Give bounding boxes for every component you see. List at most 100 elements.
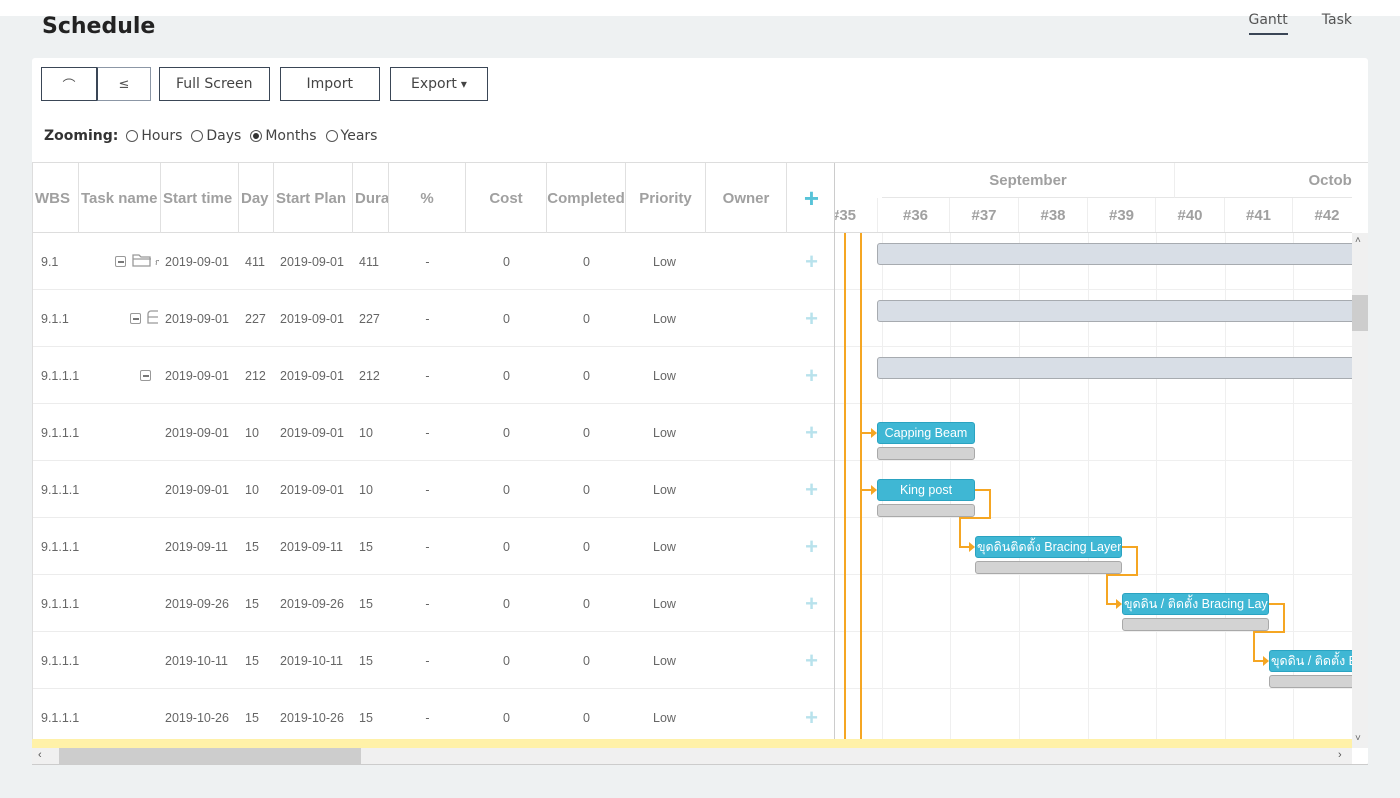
table-row[interactable]: 9.1.1.1 2019-09-01 10 2019-09-01 10 - 0 0 Low +	[33, 461, 834, 518]
percent-cell: -	[425, 425, 430, 440]
task-name-cell[interactable]	[79, 347, 161, 404]
export-button[interactable]: Export ▾	[390, 67, 488, 101]
radio-icon[interactable]	[325, 130, 338, 142]
percent-cell: -	[425, 710, 430, 725]
task-grid: WBS Task name Start time Day Start Plan Dura%…	[32, 163, 835, 748]
add-subtask-button[interactable]: +	[787, 518, 834, 575]
column-header[interactable]: Completed	[547, 163, 626, 233]
toolbar: ⌒ ≤ Full Screen Import Export ▾	[41, 67, 498, 101]
collapse-toggle-icon[interactable]	[130, 313, 141, 324]
owner-cell	[706, 518, 787, 575]
start-time-cell: 2019-09-01	[165, 368, 229, 383]
table-row[interactable]: 9.1.1.1 2019-10-26 15 2019-10-26 15 - 0 0 Low +	[33, 689, 834, 746]
column-header[interactable]: Start time	[161, 163, 239, 233]
add-subtask-button[interactable]: +	[787, 347, 834, 404]
wbs-cell: 9.1.1.1	[41, 539, 79, 554]
plus-icon: +	[805, 476, 818, 502]
collapse-toggle-icon[interactable]	[115, 256, 126, 267]
table-row[interactable]: 9.1.1.1 2019-09-11 15 2019-09-11 15 - 0 0 Low +	[33, 518, 834, 575]
table-row[interactable]: 9.1.1.1 2019-09-01 212 2019-09-01 212 - 0 0 Low +	[33, 347, 834, 404]
horizontal-scroll-thumb[interactable]	[59, 748, 361, 764]
duration-cell: 212	[359, 368, 380, 383]
plus-icon: +	[805, 362, 818, 388]
import-button[interactable]: Import	[279, 67, 380, 101]
column-header[interactable]: Dura	[353, 163, 389, 233]
dependency-link[interactable]	[1106, 546, 1138, 605]
radio-selected-icon[interactable]	[250, 130, 263, 142]
column-header[interactable]: WBS	[33, 163, 79, 233]
zoom-option-months[interactable]: Months	[250, 128, 317, 144]
tab-task[interactable]: Task	[1322, 12, 1352, 35]
link-arrow-icon	[1116, 599, 1122, 609]
radio-icon[interactable]	[191, 130, 204, 142]
scroll-right-icon[interactable]: ›	[1338, 749, 1342, 761]
table-row[interactable]: 9.1 ก 2019-09-01 411 2019-09-01 411 - 0 0 Low +	[33, 233, 834, 290]
task-name-cell[interactable]	[79, 518, 161, 575]
start-time-cell: 2019-09-01	[165, 311, 229, 326]
collapse-toggle-icon[interactable]	[140, 370, 151, 381]
table-row[interactable]: 9.1.1.1 2019-09-26 15 2019-09-26 15 - 0 0 Low +	[33, 575, 834, 632]
folder-open-icon	[132, 253, 152, 270]
full-screen-button[interactable]: Full Screen	[159, 67, 270, 101]
plus-icon: +	[805, 305, 818, 331]
vertical-scrollbar[interactable]: ˄ ˅	[1352, 233, 1368, 748]
zoom-option-days[interactable]: Days	[191, 128, 241, 144]
scroll-up-icon[interactable]: ˄	[1355, 235, 1361, 246]
link-arrow-icon	[871, 485, 877, 495]
task-name-cell[interactable]	[79, 632, 161, 689]
column-header[interactable]: Priority	[626, 163, 706, 233]
column-header[interactable]: Start Plan	[274, 163, 353, 233]
task-name-cell[interactable]	[79, 575, 161, 632]
add-subtask-button[interactable]: +	[787, 404, 834, 461]
zoom-option-years[interactable]: Years	[325, 128, 377, 144]
radio-icon[interactable]	[126, 130, 139, 142]
task-name-cell[interactable]	[79, 461, 161, 518]
add-subtask-button[interactable]: +	[787, 233, 834, 290]
table-row[interactable]: 9.1.1.1 2019-10-11 15 2019-10-11 15 - 0 0 Low +	[33, 632, 834, 689]
vertical-scroll-thumb[interactable]	[1352, 295, 1368, 331]
add-subtask-button[interactable]: +	[787, 290, 834, 347]
column-header[interactable]: %	[389, 163, 466, 233]
zoom-option-label: Days	[206, 128, 242, 144]
scroll-left-icon[interactable]: ‹	[38, 749, 42, 761]
task-name-cell[interactable]	[79, 404, 161, 461]
chevron-down-bar-icon: ≤	[118, 76, 130, 92]
add-subtask-button[interactable]: +	[787, 689, 834, 746]
plus-icon: +	[805, 533, 818, 559]
task-name-cell[interactable]	[79, 290, 161, 347]
add-task-header-button[interactable]: +	[787, 163, 834, 233]
table-row[interactable]: 9.1.1.1 2019-09-01 10 2019-09-01 10 - 0 0 Low +	[33, 404, 834, 461]
task-name-cell[interactable]	[79, 689, 161, 746]
add-subtask-button[interactable]: +	[787, 575, 834, 632]
expand-all-button[interactable]: ≤	[97, 67, 151, 101]
horizontal-scrollbar[interactable]: ‹ ›	[32, 748, 1352, 764]
gantt-chart: September October #35#36#37#38#39#40#41#…	[835, 163, 1352, 748]
task-name-cell[interactable]: ก	[79, 233, 161, 290]
plus-icon: +	[805, 248, 818, 274]
add-subtask-button[interactable]: +	[787, 461, 834, 518]
completed-cell: 0	[583, 482, 590, 497]
dependency-link[interactable]	[1253, 603, 1285, 662]
column-header[interactable]: Owner	[706, 163, 787, 233]
caret-down-icon: ▾	[460, 77, 467, 91]
start-plan-cell: 2019-09-01	[280, 425, 344, 440]
completed-cell: 0	[583, 653, 590, 668]
scroll-down-icon[interactable]: ˅	[1355, 733, 1361, 744]
priority-cell: Low	[653, 425, 676, 440]
tab-gantt[interactable]: Gantt	[1248, 12, 1288, 35]
day-cell: 10	[245, 425, 259, 440]
add-subtask-button[interactable]: +	[787, 632, 834, 689]
table-row[interactable]: 9.1.1 2019-09-01 227 2019-09-01 227 - 0 0 Low +	[33, 290, 834, 347]
dependency-link[interactable]	[959, 489, 991, 548]
column-header[interactable]: Cost	[466, 163, 547, 233]
collapse-all-button[interactable]: ⌒	[41, 67, 97, 101]
day-cell: 15	[245, 539, 259, 554]
zoom-option-hours[interactable]: Hours	[126, 128, 182, 144]
column-header[interactable]: Task name	[79, 163, 161, 233]
column-header[interactable]: Day	[239, 163, 274, 233]
owner-cell	[706, 689, 787, 746]
plus-icon: +	[803, 182, 820, 213]
plus-icon: +	[805, 419, 818, 445]
day-cell: 10	[245, 482, 259, 497]
duration-cell: 15	[359, 653, 373, 668]
